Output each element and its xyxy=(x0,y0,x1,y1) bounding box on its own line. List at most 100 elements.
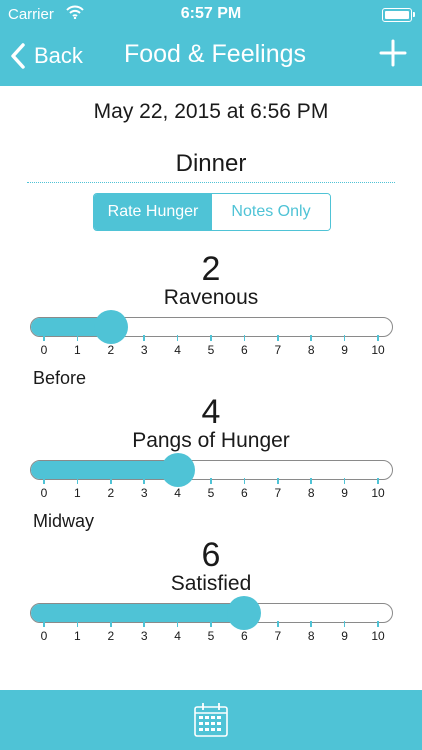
tick-label: 9 xyxy=(341,343,348,357)
meal-divider xyxy=(27,182,395,183)
tick-label: 1 xyxy=(74,629,81,643)
rating-description: Ravenous xyxy=(163,286,259,309)
header: Carrier 6:57 PM Back Food & Feelings xyxy=(0,0,422,86)
tick-mark xyxy=(343,335,346,341)
tick-label: 10 xyxy=(371,629,385,643)
calendar-button[interactable] xyxy=(191,700,231,740)
rating-value: 2 xyxy=(201,250,221,288)
tick-mark xyxy=(176,621,179,627)
tick-label: 4 xyxy=(174,343,181,357)
tick-mark xyxy=(210,621,212,627)
tick-mark xyxy=(277,335,279,341)
slider-ticks: 0 1 2 3 4 5 6 7 8 9 10 xyxy=(0,335,422,365)
rating-value: 4 xyxy=(201,393,221,431)
tick-mark xyxy=(143,621,145,627)
segment-rate-hunger[interactable]: Rate Hunger xyxy=(94,194,212,230)
tick-label: 7 xyxy=(274,629,282,643)
tick-label: 3 xyxy=(140,629,148,643)
tick-mark xyxy=(343,478,346,484)
tick-label: 1 xyxy=(74,486,81,500)
tick-mark xyxy=(343,621,346,627)
tick-label: 4 xyxy=(174,486,181,500)
hunger-slider[interactable] xyxy=(30,453,393,487)
tick-label: 8 xyxy=(307,486,315,500)
tick-label: 2 xyxy=(107,343,115,357)
tick-mark xyxy=(243,621,246,627)
tick-mark xyxy=(43,478,45,484)
tick-mark xyxy=(110,478,112,484)
entry-date[interactable]: May 22, 2015 at 6:56 PM xyxy=(0,100,422,124)
tick-mark xyxy=(110,335,112,341)
tick-label: 6 xyxy=(241,629,248,643)
tick-mark xyxy=(377,335,379,341)
tick-label: 10 xyxy=(371,486,385,500)
tick-label: 4 xyxy=(174,629,181,643)
tick-mark xyxy=(277,621,279,627)
tick-label: 9 xyxy=(341,629,348,643)
slider-ticks: 0 1 2 3 4 5 6 7 8 9 10 xyxy=(0,478,422,508)
tick-label: 3 xyxy=(140,486,148,500)
tick-label: 2 xyxy=(107,486,115,500)
back-label: Back xyxy=(34,43,83,68)
tick-mark xyxy=(210,335,212,341)
tick-mark xyxy=(277,478,279,484)
tick-mark xyxy=(76,478,79,484)
tick-label: 5 xyxy=(207,629,215,643)
tick-mark xyxy=(143,478,145,484)
tick-mark xyxy=(310,335,312,341)
tick-mark xyxy=(143,335,145,341)
tick-label: 7 xyxy=(274,486,282,500)
slider-fill xyxy=(31,461,179,479)
hunger-slider[interactable] xyxy=(30,596,393,630)
tick-mark xyxy=(310,621,312,627)
tick-mark xyxy=(176,478,179,484)
tick-label: 8 xyxy=(307,343,315,357)
tick-mark xyxy=(176,335,179,341)
tick-mark xyxy=(243,335,246,341)
battery-icon xyxy=(382,8,415,22)
plus-icon[interactable] xyxy=(378,38,408,68)
rating-description: Satisfied xyxy=(170,572,252,595)
rating-value: 6 xyxy=(201,536,221,574)
tick-label: 0 xyxy=(40,486,48,500)
calendar-icon xyxy=(194,703,228,737)
tick-label: 3 xyxy=(140,343,148,357)
tick-label: 9 xyxy=(341,486,348,500)
phase-label-midway: Midway xyxy=(33,511,95,531)
phase-label-before: Before xyxy=(33,368,87,388)
tick-label: 5 xyxy=(207,343,215,357)
tick-label: 2 xyxy=(107,629,115,643)
bottom-toolbar xyxy=(0,690,422,750)
tick-label: 6 xyxy=(241,343,248,357)
tick-mark xyxy=(43,621,45,627)
tick-mark xyxy=(377,478,379,484)
slider-fill xyxy=(31,604,246,622)
tick-label: 0 xyxy=(40,343,48,357)
page-title: Food & Feelings xyxy=(123,40,307,68)
tick-mark xyxy=(310,478,312,484)
chevron-left-icon xyxy=(11,43,25,69)
tick-label: 7 xyxy=(274,343,282,357)
tick-mark xyxy=(43,335,45,341)
tick-mark xyxy=(76,335,79,341)
status-time: 6:57 PM xyxy=(180,5,242,22)
meal-title[interactable]: Dinner xyxy=(0,150,422,178)
tick-label: 5 xyxy=(207,486,215,500)
tick-mark xyxy=(210,478,212,484)
mode-segmented-control: Rate Hunger Notes Only xyxy=(93,193,331,231)
tick-label: 0 xyxy=(40,629,48,643)
tick-mark xyxy=(377,621,379,627)
tick-mark xyxy=(243,478,246,484)
slider-ticks: 0 1 2 3 4 5 6 7 8 9 10 xyxy=(0,621,422,651)
rating-description: Pangs of Hunger xyxy=(132,429,290,452)
back-button[interactable]: Back xyxy=(10,38,83,74)
tick-mark xyxy=(110,621,112,627)
tick-label: 8 xyxy=(307,629,315,643)
tick-label: 10 xyxy=(371,343,385,357)
tick-label: 6 xyxy=(241,486,248,500)
tick-mark xyxy=(76,621,79,627)
status-bar: Carrier 6:57 PM xyxy=(0,0,422,28)
tick-label: 1 xyxy=(74,343,81,357)
segment-notes-only[interactable]: Notes Only xyxy=(212,194,330,230)
hunger-slider[interactable] xyxy=(30,310,393,344)
